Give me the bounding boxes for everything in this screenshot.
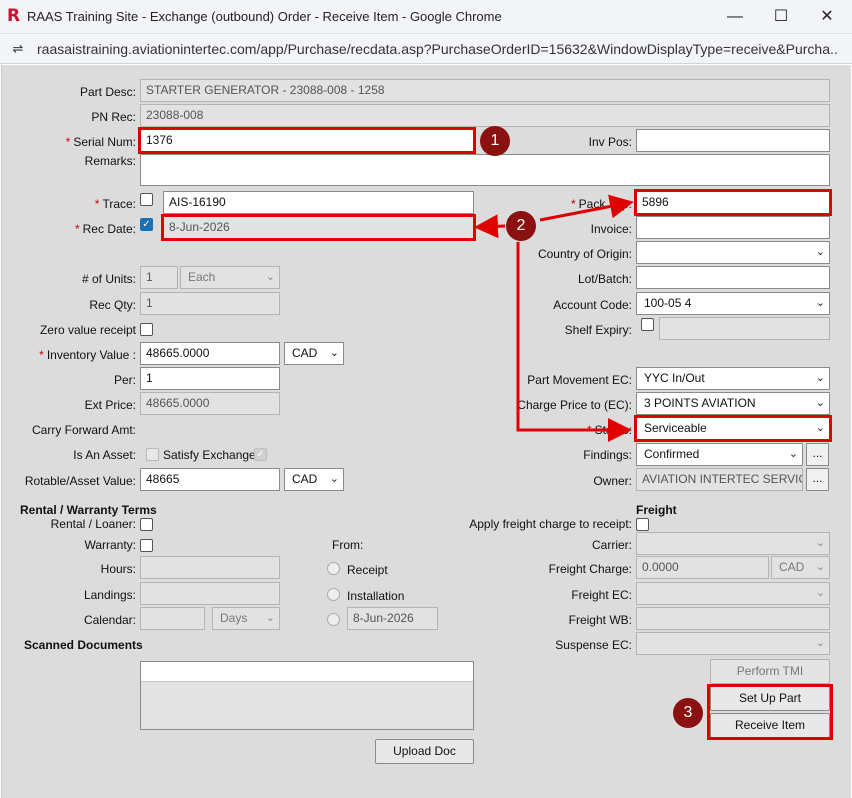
arrow-to-rec-date xyxy=(474,214,506,239)
callout-badge-2: 2 xyxy=(506,211,536,241)
callout-badge-3: 3 xyxy=(673,698,703,728)
callout-arrows xyxy=(474,194,634,442)
arrow-to-status xyxy=(516,242,632,442)
callout-badge-1: 1 xyxy=(480,126,510,156)
arrow-to-pack-slip xyxy=(539,194,634,222)
